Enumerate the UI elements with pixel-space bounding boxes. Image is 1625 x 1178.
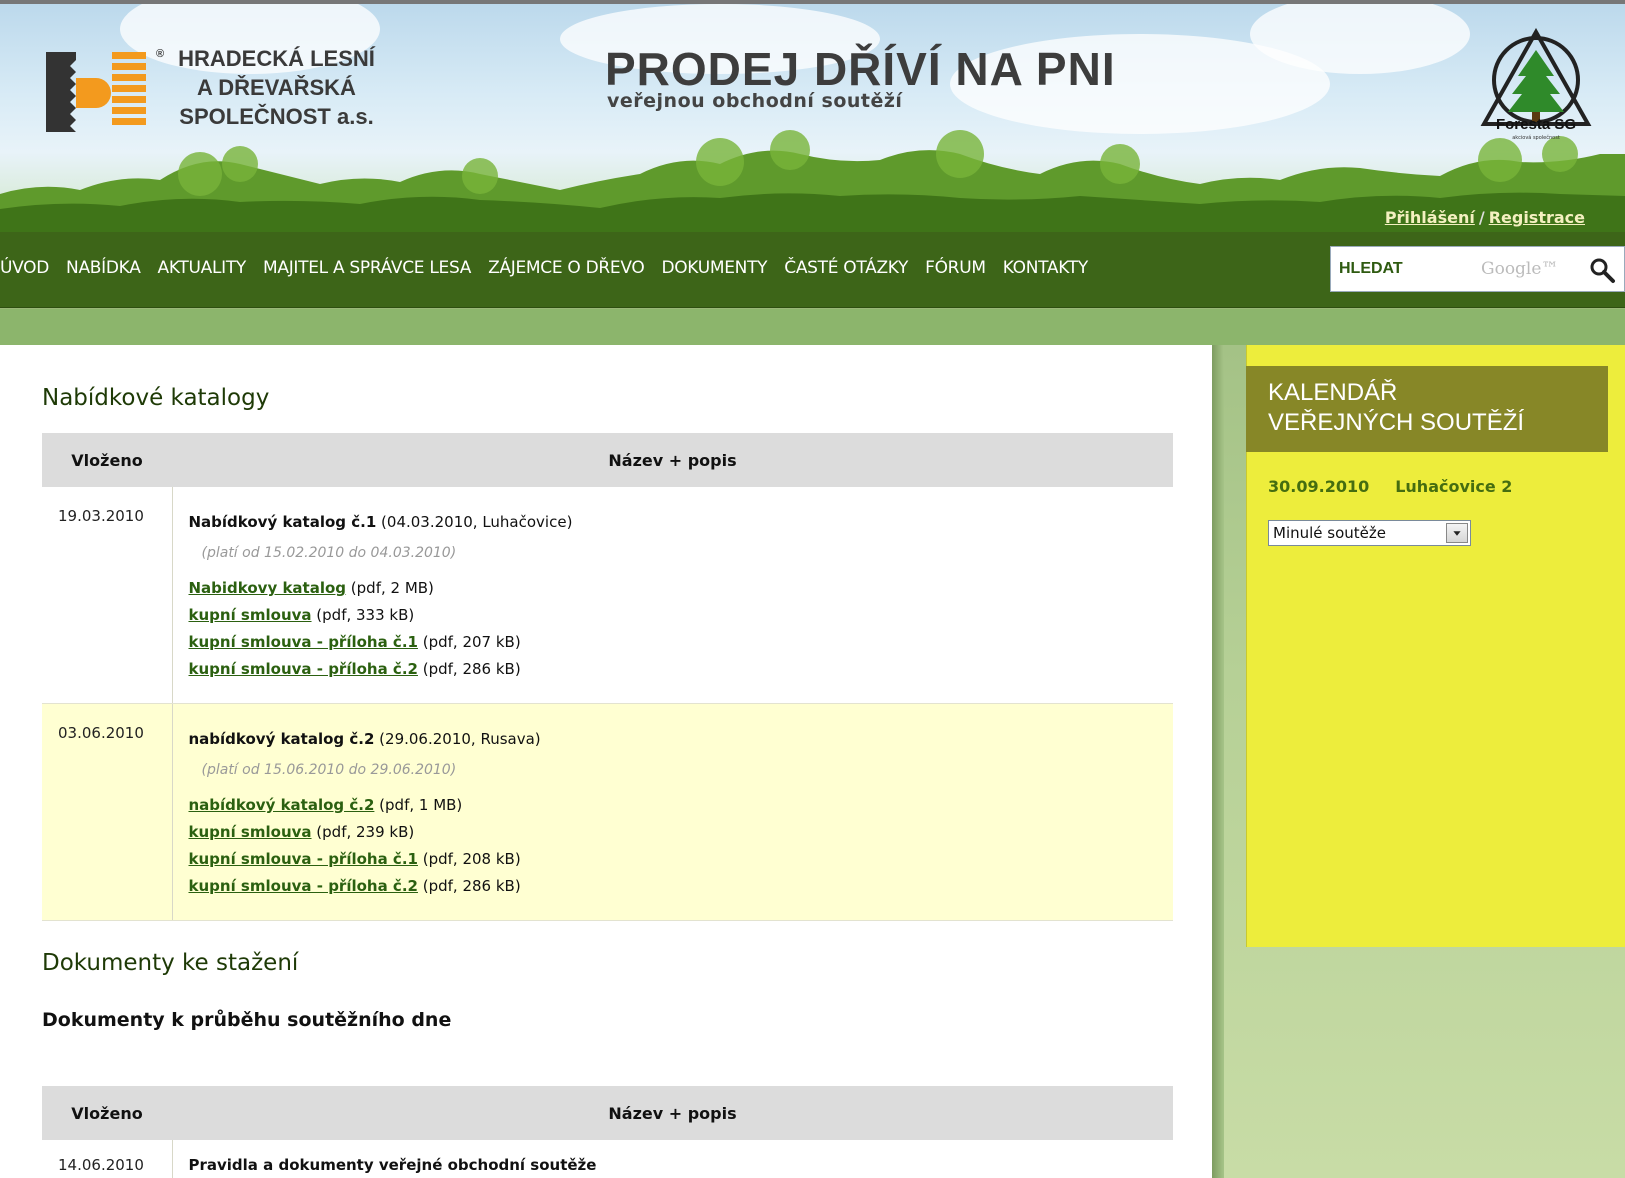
row-description: nabídkový katalog č.2 (29.06.2010, Rusav…: [172, 703, 1174, 921]
catalogs-table: Vloženo Název + popis 19.03.2010 Nabídkov…: [42, 433, 1173, 921]
file-info: (pdf, 286 kB): [417, 660, 521, 678]
entry-validity: (platí od 15.02.2010 do 04.03.2010): [201, 545, 457, 561]
column-header-date: Vloženo: [42, 1086, 172, 1140]
row-date: 19.03.2010: [42, 487, 173, 704]
entry-title-name[interactable]: Pravidla a dokumenty veřejné obchodní so…: [189, 1156, 597, 1174]
magnifier-icon[interactable]: [1587, 255, 1617, 285]
calendar-event-date: 30.09.2010: [1268, 477, 1370, 496]
calendar-event[interactable]: 30.09.2010 Luhačovice 2: [1268, 477, 1538, 496]
site-title: PRODEJ DŘÍVÍ NA PNI: [605, 43, 1116, 95]
entry-title: Nabídkový katalog č.1 (04.03.2010, Luhač…: [189, 513, 1174, 531]
table-header-row: Vloženo Název + popis: [42, 433, 1173, 487]
file-info: (pdf, 286 kB): [417, 877, 521, 895]
nav-item[interactable]: ZÁJEMCE O DŘEVO: [488, 258, 645, 278]
file-link[interactable]: Nabidkovy katalog: [189, 579, 347, 597]
registered-mark: ®: [156, 48, 165, 60]
nav-item[interactable]: ÚVOD: [0, 258, 49, 278]
file-link[interactable]: kupní smlouva: [189, 606, 312, 624]
nav-item[interactable]: KONTAKTY: [1003, 258, 1089, 278]
chevron-down-icon[interactable]: [1446, 523, 1468, 543]
nav-item[interactable]: FÓRUM: [925, 258, 986, 278]
hlds-logo-line3: SPOLEČNOST a.s.: [179, 104, 374, 129]
table-row: 19.03.2010 Nabídkový katalog č.1 (04.03.2…: [42, 487, 1173, 704]
file-link[interactable]: kupní smlouva - příloha č.2: [189, 660, 418, 678]
file-info: (pdf, 207 kB): [417, 633, 521, 651]
file-info: (pdf, 208 kB): [417, 850, 521, 868]
row-description: Nabídkový katalog č.1 (04.03.2010, Luhač…: [172, 487, 1173, 704]
login-link[interactable]: Přihlášení: [1385, 208, 1475, 227]
nav-items: ÚVOD NABÍDKA AKTUALITY MAJITEL A SPRÁVCE LE…: [0, 258, 1105, 278]
entry-title: nabídkový katalog č.2 (29.06.2010, Rusav…: [189, 730, 1174, 748]
table-row: 14.06.2010 Pravidla a dokumenty veřejné o…: [42, 1140, 1173, 1178]
search-input[interactable]: [1416, 255, 1566, 285]
foresta-logo-icon[interactable]: [1456, 28, 1616, 168]
column-header-description: Název + popis: [172, 1086, 1173, 1140]
past-competitions-select[interactable]: Minulé soutěže: [1268, 520, 1471, 546]
file-item: kupní smlouva - příloha č.1 (pdf, 207 kB…: [189, 629, 1174, 656]
user-links: Přihlášení / Registrace: [1385, 208, 1585, 227]
hlds-logo-mark-icon: [46, 52, 146, 132]
downloads-heading: Dokumenty ke stažení: [42, 950, 299, 976]
table-row: 03.06.2010 nabídkový katalog č.2 (29.06.2…: [42, 703, 1174, 921]
entry-title-meta: (29.06.2010, Rusava): [374, 730, 541, 748]
entry-title-name: nabídkový katalog č.2: [188, 730, 375, 748]
file-item: kupní smlouva (pdf, 333 kB): [189, 602, 1174, 629]
calendar-title: KALENDÁŘ VEŘEJNÝCH SOUTĚŽÍ: [1268, 378, 1524, 438]
column-header-description: Název + popis: [172, 433, 1173, 487]
row-date: 14.06.2010: [42, 1140, 173, 1178]
file-info: (pdf, 2 MB): [346, 579, 434, 597]
header-strip: [0, 309, 1625, 345]
entry-title-meta: (04.03.2010, Luhačovice): [376, 513, 573, 531]
file-item: kupní smlouva - příloha č.2 (pdf, 286 kB…: [189, 873, 1174, 900]
register-link[interactable]: Registrace: [1489, 208, 1585, 227]
foresta-logo-name: Foresta SG: [1495, 116, 1577, 133]
file-item: kupní smlouva - příloha č.1 (pdf, 208 kB…: [189, 846, 1174, 873]
file-info: (pdf, 1 MB): [374, 796, 463, 814]
file-link[interactable]: kupní smlouva - příloha č.1: [189, 850, 418, 868]
calendar-title-line1: KALENDÁŘ: [1268, 379, 1398, 406]
hlds-logo-line2: A DŘEVAŘSKÁ: [197, 75, 356, 100]
foresta-logo-tagline: akciová společnost: [1512, 135, 1560, 141]
main-content: Nabídkové katalogy Vloženo Název + popis…: [0, 345, 1212, 1178]
file-link[interactable]: kupní smlouva - příloha č.1: [189, 633, 418, 651]
search-box: HLEDAT Google™: [1330, 246, 1625, 292]
main-nav: ÚVOD NABÍDKA AKTUALITY MAJITEL A SPRÁVCE LE…: [0, 232, 1625, 308]
calendar-title-line2: VEŘEJNÝCH SOUTĚŽÍ: [1268, 409, 1525, 436]
calendar-event-place: Luhačovice 2: [1395, 477, 1513, 496]
downloads-subheading: Dokumenty k průběhu soutěžního dne: [42, 1009, 452, 1031]
downloads-table: Vloženo Název + popis 14.06.2010 Pravidla…: [42, 1086, 1173, 1178]
nav-item[interactable]: MAJITEL A SPRÁVCE LESA: [263, 258, 471, 278]
nav-item[interactable]: AKTUALITY: [158, 258, 247, 278]
user-links-separator: /: [1478, 208, 1485, 227]
entry-title-name: Nabídkový katalog č.1: [188, 513, 377, 531]
catalogs-heading: Nabídkové katalogy: [42, 385, 270, 411]
search-label: HLEDAT: [1339, 260, 1403, 277]
column-header-date: Vloženo: [42, 433, 172, 487]
hlds-logo-text: ® HRADECKÁ LESNÍ A DŘEVAŘSKÁ SPOLEČNOST …: [156, 44, 389, 131]
content-shadow: [1212, 345, 1224, 1178]
hlds-logo-line1: HRADECKÁ LESNÍ: [178, 46, 375, 71]
file-link[interactable]: nabídkový katalog č.2: [189, 796, 375, 814]
file-link[interactable]: kupní smlouva: [189, 823, 312, 841]
hlds-logo[interactable]: ® HRADECKÁ LESNÍ A DŘEVAŘSKÁ SPOLEČNOST …: [46, 44, 386, 144]
file-info: (pdf, 333 kB): [311, 606, 415, 624]
nav-item[interactable]: NABÍDKA: [66, 258, 141, 278]
nav-item[interactable]: DOKUMENTY: [661, 258, 767, 278]
file-item: nabídkový katalog č.2 (pdf, 1 MB): [189, 792, 1174, 819]
file-item: Nabidkovy katalog (pdf, 2 MB): [189, 575, 1174, 602]
table-header-row: Vloženo Název + popis: [42, 1086, 1173, 1140]
site-subtitle: veřejnou obchodní soutěží: [607, 90, 903, 112]
row-date: 03.06.2010: [42, 703, 173, 921]
site-header: ® HRADECKÁ LESNÍ A DŘEVAŘSKÁ SPOLEČNOST …: [0, 0, 1625, 232]
nav-item[interactable]: ČASTÉ OTÁZKY: [784, 258, 908, 278]
file-item: kupní smlouva (pdf, 239 kB): [189, 819, 1174, 846]
file-item: kupní smlouva - příloha č.2 (pdf, 286 kB…: [189, 656, 1174, 683]
row-description: Pravidla a dokumenty veřejné obchodní so…: [172, 1140, 1173, 1178]
file-link[interactable]: kupní smlouva - příloha č.2: [189, 877, 418, 895]
entry-validity: (platí od 15.06.2010 do 29.06.2010): [201, 762, 457, 778]
file-info: (pdf, 239 kB): [311, 823, 415, 841]
